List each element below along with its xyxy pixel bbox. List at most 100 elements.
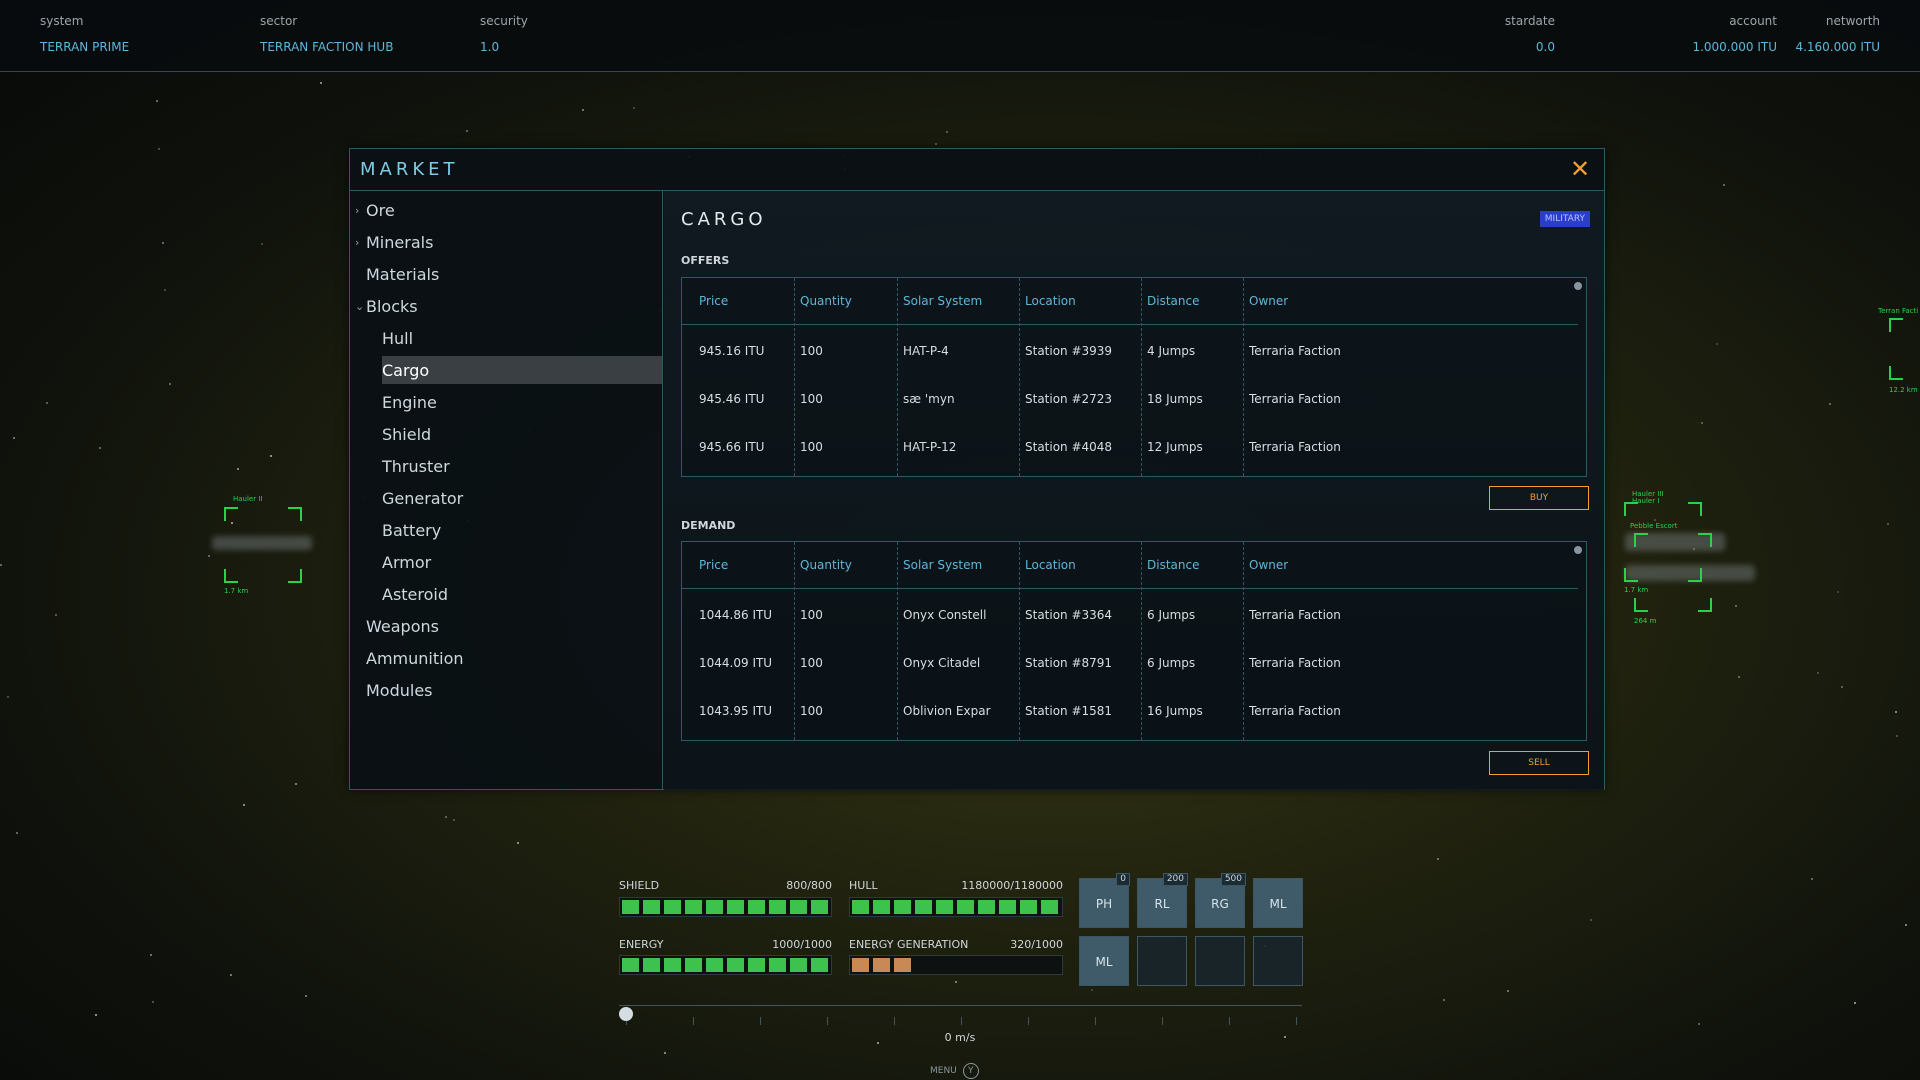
star <box>1701 422 1703 424</box>
category-thruster[interactable]: Thruster <box>382 452 662 480</box>
stardate-info: stardate 0.0 <box>1505 14 1555 54</box>
bar-segment <box>978 900 995 914</box>
column-header[interactable]: Price <box>699 294 728 308</box>
star <box>1829 403 1831 405</box>
account-value: 1.000.000 ITU <box>1692 40 1777 54</box>
shield-label: SHIELD <box>619 879 660 892</box>
bar-segment <box>1041 900 1058 914</box>
table-cell: Station #3364 <box>1025 608 1113 622</box>
table-row[interactable]: 1044.09 ITU 100 Onyx Citadel Station #8791 6… <box>682 638 1578 686</box>
table-row[interactable]: 945.46 ITU 100 sæ 'myn Station #2723 18 Jump… <box>682 374 1578 422</box>
category-modules[interactable]: Modules <box>366 676 662 704</box>
star <box>445 816 447 818</box>
weapon-slot-empty[interactable] <box>1195 936 1245 986</box>
star <box>664 1052 666 1054</box>
category-asteroid[interactable]: Asteroid <box>382 580 662 608</box>
weapon-slot-ph[interactable]: PH 0 <box>1079 873 1130 928</box>
star <box>0 564 2 566</box>
category-ore[interactable]: › Ore <box>355 196 662 224</box>
account-label: account <box>1729 14 1777 28</box>
star <box>1698 1023 1700 1025</box>
category-ammunition[interactable]: Ammunition <box>366 644 662 672</box>
category-engine[interactable]: Engine <box>382 388 662 416</box>
ship-distance-label: 12.2 km <box>1889 386 1918 394</box>
reticle-corner <box>288 569 302 583</box>
chevron-right-icon: › <box>355 235 360 249</box>
offers-label: OFFERS <box>681 254 730 267</box>
column-header[interactable]: Location <box>1025 294 1076 308</box>
sell-button[interactable]: SELL <box>1489 751 1589 775</box>
category-label: Modules <box>366 680 433 700</box>
star <box>158 148 160 150</box>
category-blocks[interactable]: ⌄ Blocks <box>355 292 662 320</box>
bar-segment <box>727 958 744 972</box>
category-generator[interactable]: Generator <box>382 484 662 512</box>
table-row[interactable]: 945.16 ITU 100 HAT-P-4 Station #3939 4 Jumps… <box>682 326 1578 374</box>
menu-hint[interactable]: MENU Y <box>930 1063 979 1079</box>
star <box>164 289 166 291</box>
column-header[interactable]: Owner <box>1249 558 1288 572</box>
security-label: security <box>480 14 528 28</box>
bar-segment <box>685 900 702 914</box>
table-cell: 100 <box>800 608 823 622</box>
category-hull[interactable]: Hull <box>382 324 662 352</box>
column-header[interactable]: Solar System <box>903 558 982 572</box>
weapon-slot-rl[interactable]: RL 200 <box>1137 873 1188 928</box>
bar-segment <box>685 958 702 972</box>
star <box>946 131 948 133</box>
category-label: Generator <box>382 488 464 508</box>
bar-segment <box>622 958 639 972</box>
category-title: CARGO <box>681 209 767 230</box>
weapon-slot-empty[interactable] <box>1253 936 1303 986</box>
category-materials[interactable]: Materials <box>366 260 662 288</box>
category-minerals[interactable]: › Minerals <box>355 228 662 256</box>
reticle-corner <box>1688 568 1702 582</box>
category-shield[interactable]: Shield <box>382 420 662 448</box>
speed-tick <box>1095 1017 1096 1025</box>
market-title: MARKET <box>360 159 459 180</box>
reticle-corner <box>1688 502 1702 516</box>
weapon-slot-ml[interactable]: ML <box>1079 936 1129 986</box>
star <box>152 1001 154 1003</box>
weapon-slot-rg[interactable]: RG 500 <box>1195 873 1246 928</box>
column-header[interactable]: Distance <box>1147 558 1199 572</box>
category-battery[interactable]: Battery <box>382 516 662 544</box>
reticle-corner <box>1889 318 1903 332</box>
column-header[interactable]: Distance <box>1147 294 1199 308</box>
category-cargo[interactable]: Cargo <box>382 356 662 384</box>
close-icon[interactable]: ✕ <box>1568 157 1592 181</box>
star <box>1854 1002 1856 1004</box>
speed-slider-knob[interactable] <box>619 1007 633 1021</box>
table-row[interactable]: 1044.86 ITU 100 Onyx Constell Station #3364… <box>682 590 1578 638</box>
market-header: MARKET ✕ <box>350 149 1604 191</box>
column-header[interactable]: Location <box>1025 558 1076 572</box>
category-weapons[interactable]: Weapons <box>366 612 662 640</box>
star <box>1716 343 1718 345</box>
speed-tick <box>1162 1017 1163 1025</box>
star <box>237 468 239 470</box>
category-armor[interactable]: Armor <box>382 548 662 576</box>
weapon-slot-empty[interactable] <box>1137 936 1187 986</box>
table-row[interactable]: 945.66 ITU 100 HAT-P-12 Station #4048 12 Jum… <box>682 422 1578 470</box>
column-header[interactable]: Quantity <box>800 558 852 572</box>
column-header[interactable]: Owner <box>1249 294 1288 308</box>
column-header[interactable]: Solar System <box>903 294 982 308</box>
bar-segment <box>873 958 890 972</box>
table-row[interactable]: 1043.95 ITU 100 Oblivion Expar Station #158… <box>682 686 1578 734</box>
star <box>156 100 158 102</box>
speed-tick <box>760 1017 761 1025</box>
reticle-corner <box>1624 502 1638 516</box>
reticle-corner <box>1889 366 1903 380</box>
slot-label: RG <box>1211 897 1229 911</box>
column-header[interactable]: Price <box>699 558 728 572</box>
reticle-corner <box>1698 598 1712 612</box>
weapon-slot-ml[interactable]: ML <box>1253 878 1303 928</box>
star <box>295 783 297 785</box>
star <box>1091 989 1093 991</box>
column-header[interactable]: Quantity <box>800 294 852 308</box>
star <box>13 437 15 439</box>
buy-button[interactable]: BUY <box>1489 486 1589 510</box>
star <box>169 383 171 385</box>
table-cell: Terraria Faction <box>1249 704 1341 718</box>
hull-label: HULL <box>849 879 878 892</box>
